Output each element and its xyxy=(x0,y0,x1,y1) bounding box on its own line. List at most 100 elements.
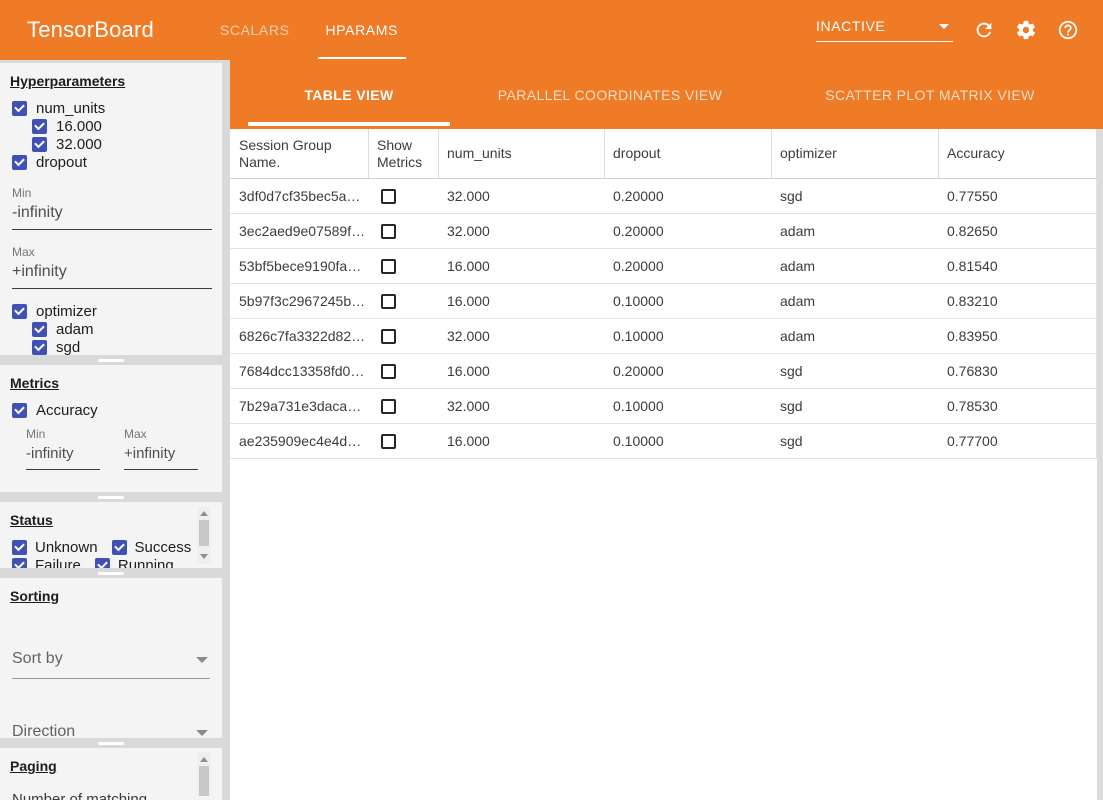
accuracy-min-input[interactable]: -infinity xyxy=(26,441,100,470)
sgd-checkbox[interactable] xyxy=(32,340,47,355)
accuracy-cell: 0.78530 xyxy=(939,389,1097,423)
adam-checkbox[interactable] xyxy=(32,322,47,337)
paging-scrollbar[interactable] xyxy=(197,752,211,796)
num-units-cell: 32.000 xyxy=(439,223,605,239)
accuracy-checkbox[interactable] xyxy=(12,403,27,418)
status-success-checkbox[interactable] xyxy=(112,540,127,555)
status-title: Status xyxy=(10,512,53,528)
col-optimizer[interactable]: optimizer xyxy=(772,129,939,178)
accuracy-range-row: Min -infinity Max +infinity xyxy=(24,427,212,470)
help-icon[interactable] xyxy=(1057,19,1079,41)
sort-by-select[interactable]: Sort by xyxy=(12,650,210,679)
value-32-label: 32.000 xyxy=(56,136,102,153)
dropout-cell: 0.10000 xyxy=(605,433,772,449)
chevron-down-icon xyxy=(196,657,208,663)
show-metrics-checkbox[interactable] xyxy=(381,224,396,239)
show-metrics-cell xyxy=(369,259,439,274)
scroll-thumb[interactable] xyxy=(199,520,209,546)
num-units-cell: 16.000 xyxy=(439,433,605,449)
optimizer-label: optimizer xyxy=(36,303,97,320)
scroll-up-icon[interactable] xyxy=(200,757,208,762)
show-metrics-checkbox[interactable] xyxy=(381,399,396,414)
tab-table-view[interactable]: TABLE VIEW xyxy=(248,60,450,129)
table-row: 3ec2aed9e07589f… 32.000 0.20000 adam 0.8… xyxy=(230,214,1097,249)
sidebar-resize-gutter[interactable] xyxy=(222,60,230,800)
chevron-down-icon xyxy=(939,24,949,29)
status-failure-checkbox[interactable] xyxy=(12,558,27,569)
status-failure-label: Failure xyxy=(35,557,81,569)
num-units-cell: 16.000 xyxy=(439,293,605,309)
session-group-name-cell: 5b97f3c2967245b… xyxy=(230,293,369,309)
direction-select[interactable]: Direction xyxy=(12,723,210,738)
scroll-up-icon[interactable] xyxy=(200,511,208,516)
hparam-value-sgd: sgd xyxy=(32,338,212,355)
hparam-value-16: 16.000 xyxy=(32,117,212,135)
show-metrics-checkbox[interactable] xyxy=(381,189,396,204)
sgd-label: sgd xyxy=(56,339,80,356)
accuracy-label: Accuracy xyxy=(36,402,98,419)
dropout-cell: 0.20000 xyxy=(605,223,772,239)
page-content: Hyperparameters num_units 16.000 32.000 … xyxy=(0,60,1103,800)
num-units-cell: 16.000 xyxy=(439,258,605,274)
show-metrics-cell xyxy=(369,294,439,309)
tab-scatter-plot-matrix-view[interactable]: SCATTER PLOT MATRIX VIEW xyxy=(770,60,1090,129)
accuracy-cell: 0.83950 xyxy=(939,319,1097,353)
tab-hparams[interactable]: HPARAMS xyxy=(308,0,416,60)
col-accuracy[interactable]: Accuracy xyxy=(939,129,1097,178)
value-16-checkbox[interactable] xyxy=(32,119,47,134)
dropout-cell: 0.20000 xyxy=(605,363,772,379)
optimizer-cell: adam xyxy=(772,328,939,344)
session-group-name-cell: 7684dcc13358fd0… xyxy=(230,363,369,379)
show-metrics-checkbox[interactable] xyxy=(381,329,396,344)
show-metrics-checkbox[interactable] xyxy=(381,294,396,309)
hparams-sidebar: Hyperparameters num_units 16.000 32.000 … xyxy=(0,60,222,800)
refresh-icon[interactable] xyxy=(973,19,995,41)
tab-scalars[interactable]: SCALARS xyxy=(202,0,308,60)
table-scrollbar-track[interactable] xyxy=(1097,129,1103,800)
tab-scalars-label: SCALARS xyxy=(220,22,290,38)
dropout-max-input[interactable]: +infinity xyxy=(12,259,212,289)
status-scrollbar[interactable] xyxy=(197,506,211,564)
paging-section: Paging Number of matching session groups… xyxy=(0,748,222,800)
optimizer-cell: sgd xyxy=(772,433,939,449)
app-toolbar: TensorBoard SCALARS HPARAMS INACTIVE xyxy=(0,0,1103,60)
col-session-group-name[interactable]: Session Group Name. xyxy=(230,129,369,178)
show-metrics-checkbox[interactable] xyxy=(381,259,396,274)
session-group-name-cell: 7b29a731e3daca… xyxy=(230,398,369,414)
section-resize-handle[interactable] xyxy=(0,355,222,365)
section-resize-handle[interactable] xyxy=(0,738,222,748)
status-running-checkbox[interactable] xyxy=(95,558,110,569)
hparam-item-dropout: dropout xyxy=(12,153,212,171)
col-num-units[interactable]: num_units xyxy=(439,129,605,178)
value-32-checkbox[interactable] xyxy=(32,137,47,152)
section-resize-handle[interactable] xyxy=(0,568,222,578)
dropout-min-input[interactable]: -infinity xyxy=(12,200,212,230)
optimizer-checkbox[interactable] xyxy=(12,304,27,319)
toolbar-tabs: SCALARS HPARAMS xyxy=(202,0,416,60)
accuracy-max-input[interactable]: +infinity xyxy=(124,441,198,470)
session-group-name-cell: 3ec2aed9e07589f… xyxy=(230,223,369,239)
status-unknown-checkbox[interactable] xyxy=(12,540,27,555)
dropout-checkbox[interactable] xyxy=(12,155,27,170)
hyperparameters-title: Hyperparameters xyxy=(10,73,125,89)
dropout-cell: 0.10000 xyxy=(605,293,772,309)
col-show-metrics[interactable]: Show Metrics xyxy=(369,129,439,178)
table-row: 5b97f3c2967245b… 16.000 0.10000 adam 0.8… xyxy=(230,284,1097,319)
col-dropout[interactable]: dropout xyxy=(605,129,772,178)
table-row: 6826c7fa3322d82… 32.000 0.10000 adam 0.8… xyxy=(230,319,1097,354)
tab-parallel-coordinates-view[interactable]: PARALLEL COORDINATES VIEW xyxy=(450,60,770,129)
metric-item-accuracy: Accuracy xyxy=(12,401,212,419)
show-metrics-checkbox[interactable] xyxy=(381,434,396,449)
section-resize-handle[interactable] xyxy=(0,492,222,502)
show-metrics-cell xyxy=(369,224,439,239)
dropout-max-label: Max xyxy=(12,245,212,259)
paging-title: Paging xyxy=(10,758,57,774)
reload-status-dropdown[interactable]: INACTIVE xyxy=(816,18,953,42)
settings-gear-icon[interactable] xyxy=(1015,19,1037,41)
show-metrics-checkbox[interactable] xyxy=(381,364,396,379)
table-row: 3df0d7cf35bec5a… 32.000 0.20000 sgd 0.77… xyxy=(230,179,1097,214)
scroll-down-icon[interactable] xyxy=(200,554,208,559)
num-units-checkbox[interactable] xyxy=(12,101,27,116)
scroll-thumb[interactable] xyxy=(199,766,209,796)
num-units-cell: 16.000 xyxy=(439,363,605,379)
